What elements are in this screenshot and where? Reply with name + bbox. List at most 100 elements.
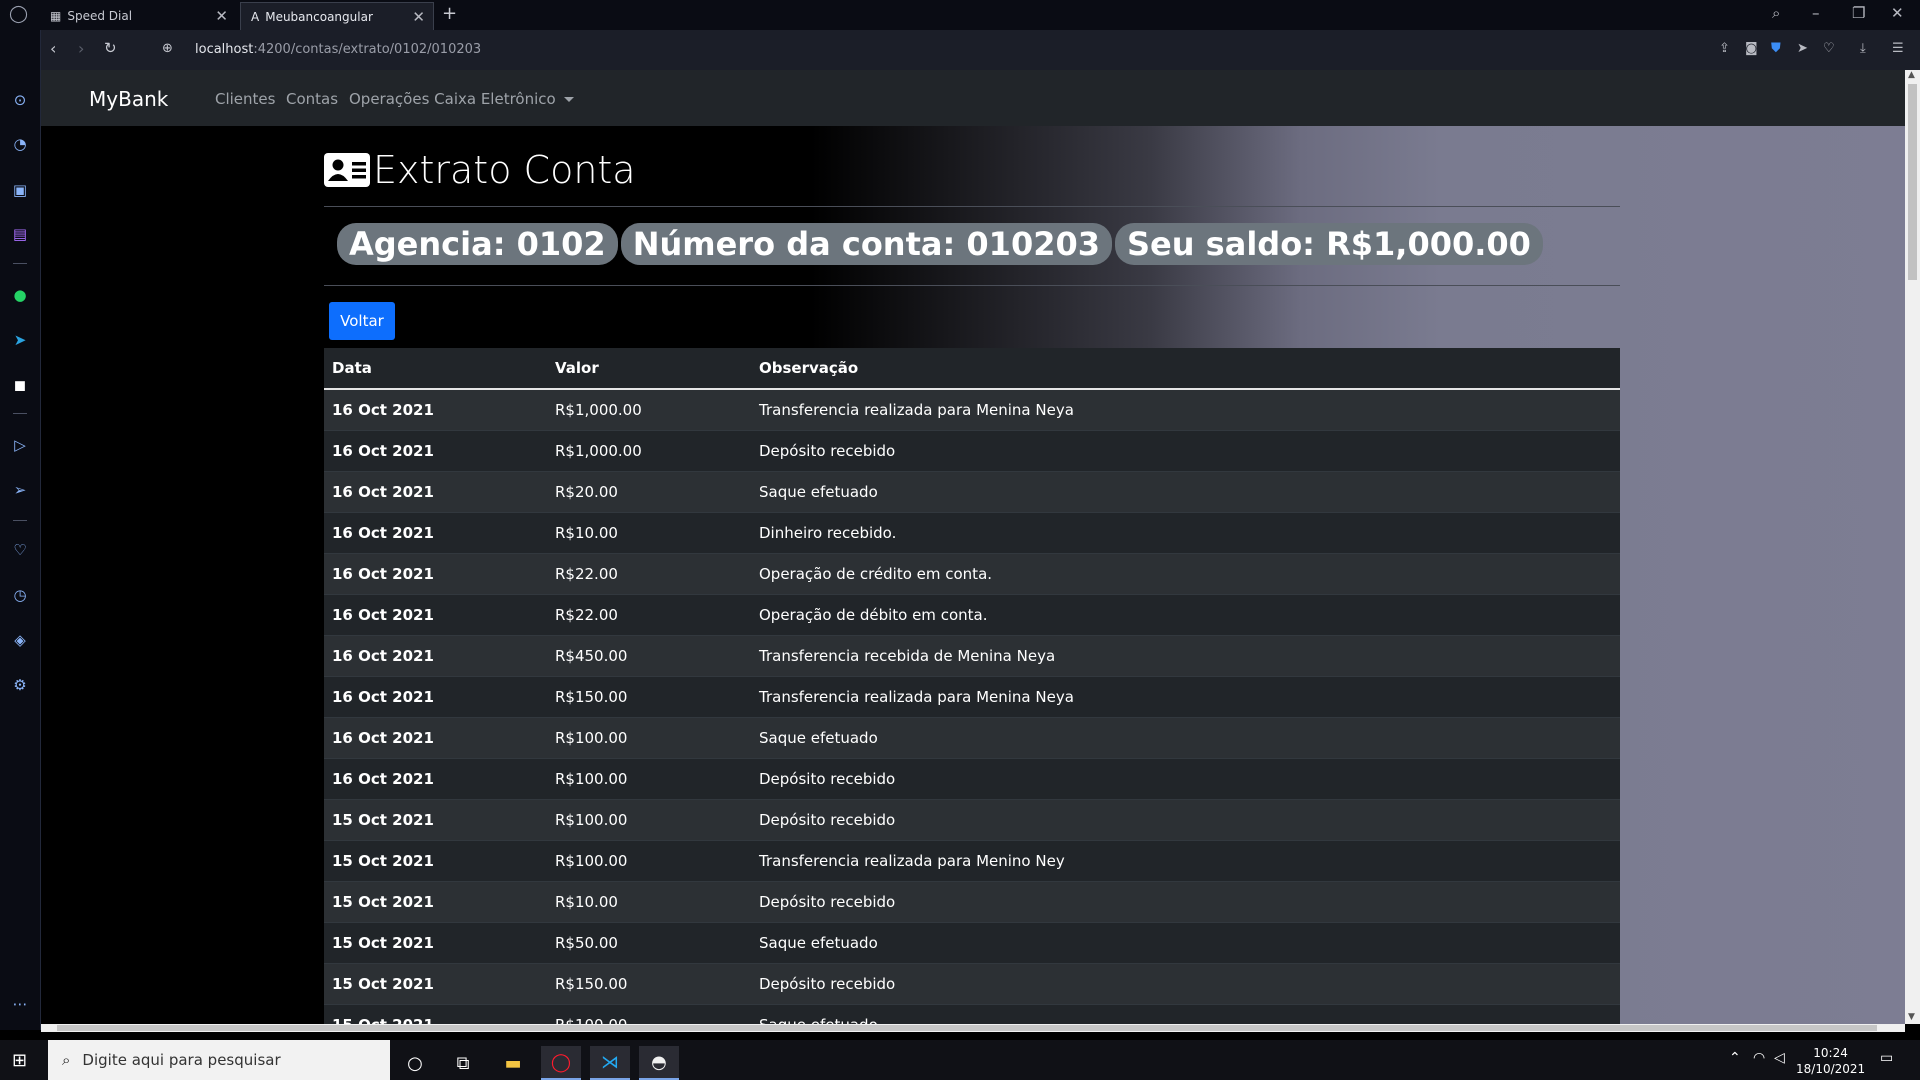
nav-clientes[interactable]: Clientes (215, 90, 275, 108)
table-row: 16 Oct 2021 R$10.00 Dinheiro recebido. (324, 512, 1620, 554)
scroll-down-icon[interactable]: ▼ (1908, 1012, 1915, 1022)
back-icon[interactable]: ‹ (50, 39, 56, 58)
cell-observacao: Saque efetuado (751, 922, 1620, 964)
cell-data: 16 Oct 2021 (324, 635, 547, 677)
voltar-button[interactable]: Voltar (329, 302, 395, 340)
page-title: Extrato Conta (373, 148, 636, 192)
wifi-icon[interactable]: ◠ (1753, 1050, 1765, 1066)
opera-taskbar-icon[interactable]: ◯ (541, 1046, 581, 1080)
cell-data: 16 Oct 2021 (324, 512, 547, 554)
tray-chevron-up-icon[interactable]: ⌃ (1729, 1050, 1741, 1066)
cell-data: 15 Oct 2021 (324, 799, 547, 841)
vscode-icon[interactable]: ⋊ (590, 1046, 630, 1080)
bookmark-heart-icon[interactable]: ♡ (1823, 41, 1835, 56)
header-valor: Valor (547, 348, 751, 390)
snapshot-icon[interactable]: ◙ (1745, 41, 1758, 56)
search-icon: ⌕ (62, 1051, 71, 1069)
cell-valor: R$100.00 (547, 717, 751, 759)
table-header-row: Data Valor Observação (324, 348, 1620, 390)
scroll-up-icon[interactable]: ▲ (1908, 70, 1915, 80)
close-tab-icon[interactable]: ✕ (412, 8, 425, 26)
cell-data: 16 Oct 2021 (324, 553, 547, 595)
search-tabs-icon[interactable]: ⌕ (1772, 4, 1780, 22)
statement-table: Data Valor Observação 16 Oct 2021 R$1,000… (324, 348, 1620, 1024)
nav-operacoes-dropdown[interactable]: Operações Caixa Eletrônico (349, 90, 574, 108)
cell-data: 16 Oct 2021 (324, 430, 547, 472)
horizontal-scrollbar[interactable] (41, 1024, 1905, 1032)
table-row: 16 Oct 2021 R$20.00 Saque efetuado (324, 471, 1620, 513)
table-row: 15 Oct 2021 R$100.00 Transferencia realiza… (324, 840, 1620, 882)
speedometer-icon[interactable]: ◔ (8, 132, 32, 156)
vertical-scrollbar[interactable]: ▲ ▼ (1905, 70, 1920, 1024)
tab-label: Speed Dial (67, 9, 133, 23)
cell-observacao: Depósito recebido (751, 758, 1620, 800)
discord-icon[interactable]: ◼ (8, 373, 32, 397)
notifications-icon[interactable]: ▭ (1880, 1050, 1893, 1066)
cell-valor: R$100.00 (547, 840, 751, 882)
cell-observacao: Depósito recebido (751, 963, 1620, 1005)
cell-valor: R$10.00 (547, 881, 751, 923)
whatsapp-icon[interactable]: ● (8, 283, 32, 307)
brand-logo[interactable]: MyBank (89, 87, 168, 111)
robot-icon[interactable]: ▣ (8, 178, 32, 202)
history-clock-icon[interactable]: ◷ (8, 583, 32, 607)
telegram-icon[interactable]: ➤ (8, 328, 32, 352)
download-icon[interactable]: ⤓ (1860, 41, 1866, 56)
close-tab-icon[interactable]: ✕ (215, 7, 228, 25)
cell-valor: R$22.00 (547, 553, 751, 595)
cell-observacao: Dinheiro recebido. (751, 512, 1620, 554)
easy-setup-icon[interactable]: ☰ (1892, 41, 1904, 56)
close-window-icon[interactable]: ✕ (1891, 4, 1904, 22)
heart-icon[interactable]: ♡ (8, 538, 32, 562)
app-navbar: MyBank Clientes Contas Operações Caixa E… (41, 70, 1905, 126)
file-explorer-icon[interactable]: ▬ (493, 1046, 533, 1080)
flow-send-icon[interactable]: ➤ (1797, 41, 1808, 56)
header-observacao: Observação (751, 348, 1620, 390)
table-row: 15 Oct 2021 R$100.00 Depósito recebido (324, 799, 1620, 841)
cell-data: 15 Oct 2021 (324, 881, 547, 923)
adblock-shield-icon[interactable]: ⛊ (1771, 41, 1781, 56)
more-icon[interactable]: ⋯ (8, 992, 32, 1016)
settings-gear-icon[interactable]: ⚙ (8, 673, 32, 697)
task-view-icon[interactable]: ⧉ (443, 1046, 483, 1080)
gx-controller-icon[interactable]: ⊙ (8, 88, 32, 112)
cell-observacao: Transferencia recebida de Menina Neya (751, 635, 1620, 677)
scroll-thumb[interactable] (57, 1025, 1877, 1031)
restore-icon[interactable]: ❐ (1852, 4, 1865, 22)
browser-sidebar: ⊙ ◔ ▣ ▤ ● ➤ ◼ ▷ ➢ ♡ ◷ ◈ ⚙ ⋯ (0, 30, 41, 1030)
chevron-down-icon (563, 97, 574, 102)
cell-valor: R$100.00 (547, 1004, 751, 1024)
table-row: 16 Oct 2021 R$100.00 Depósito recebido (324, 758, 1620, 800)
eclipse-icon[interactable]: ◓ (639, 1046, 679, 1080)
volume-icon[interactable]: ◁ (1774, 1050, 1785, 1066)
cell-valor: R$1,000.00 (547, 388, 751, 431)
new-tab-button[interactable]: + (442, 3, 457, 24)
tab-speed-dial[interactable]: ▦ Speed Dial ✕ (40, 2, 236, 30)
taskbar-search-input[interactable]: ⌕ Digite aqui para pesquisar (48, 1040, 390, 1080)
extensions-cube-icon[interactable]: ◈ (8, 628, 32, 652)
minimize-icon[interactable]: – (1812, 4, 1820, 22)
share-icon[interactable]: ⇪ (1719, 41, 1730, 56)
player-icon[interactable]: ▷ (8, 433, 32, 457)
site-info-icon[interactable]: ⊕ (162, 41, 173, 56)
cell-data: 16 Oct 2021 (324, 717, 547, 759)
cell-observacao: Saque efetuado (751, 1004, 1620, 1024)
reload-icon[interactable]: ↻ (104, 39, 117, 57)
twitch-icon[interactable]: ▤ (8, 222, 32, 246)
cell-data: 15 Oct 2021 (324, 840, 547, 882)
tab-meubancoangular[interactable]: A Meubancoangular ✕ (240, 2, 434, 30)
table-row: 16 Oct 2021 R$1,000.00 Depósito recebido (324, 430, 1620, 472)
url-field[interactable]: localhost:4200/contas/extrato/0102/01020… (195, 42, 481, 57)
header-data: Data (324, 348, 547, 390)
windows-start-icon[interactable]: ⊞ (12, 1050, 27, 1071)
flow-icon[interactable]: ➢ (8, 478, 32, 502)
taskbar-clock[interactable]: 10:24 18/10/2021 (1796, 1045, 1865, 1077)
nav-contas[interactable]: Contas (286, 90, 338, 108)
cell-valor: R$150.00 (547, 963, 751, 1005)
cell-observacao: Depósito recebido (751, 881, 1620, 923)
cell-data: 16 Oct 2021 (324, 594, 547, 636)
scroll-thumb[interactable] (1908, 84, 1917, 280)
forward-icon[interactable]: › (78, 39, 84, 58)
opera-menu-icon[interactable]: ◯ (9, 4, 28, 24)
cortana-icon[interactable]: ○ (395, 1046, 435, 1080)
